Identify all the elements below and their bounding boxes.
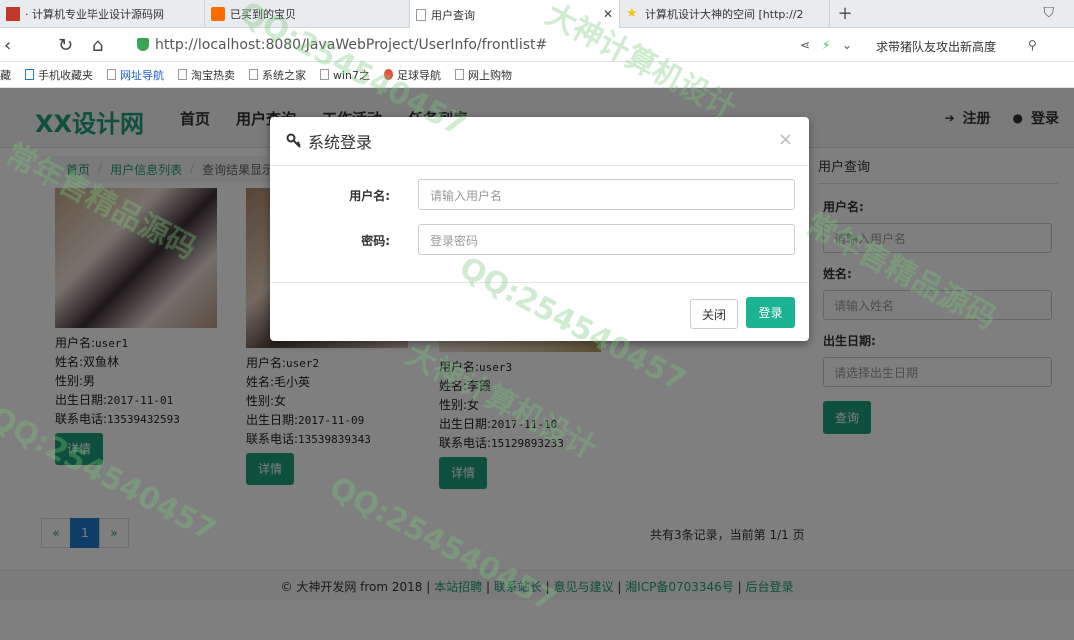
search-icon[interactable]: ⚲ xyxy=(1028,38,1037,52)
taobao-favicon-icon xyxy=(211,7,225,21)
browser-tabbar: · 计算机专业毕业设计源码网 已买到的宝贝 用户查询 ✕ ★ 计算机设计大神的空… xyxy=(0,0,1074,29)
phone-icon xyxy=(25,69,34,80)
login-button[interactable]: 登录 xyxy=(746,297,795,328)
search-hint[interactable]: 求带猪队友攻出新高度 xyxy=(876,38,996,55)
page-icon xyxy=(178,69,187,80)
login-modal: 系统登录 × 用户名: 请输入用户名 密码: 登录密码 关闭 登录 xyxy=(270,117,809,341)
bookmark-item[interactable]: 足球导航 xyxy=(384,67,441,83)
bookmark-item[interactable]: 藏 xyxy=(0,67,11,83)
bookmarks-bar: 藏 手机收藏夹 网址导航 淘宝热卖 系统之家 win7之 足球导航 网上购物 xyxy=(0,62,1074,88)
browser-tab-3[interactable]: 用户查询 ✕ xyxy=(410,0,620,29)
username-row: 用户名: 请输入用户名 xyxy=(270,179,809,211)
reload-icon[interactable]: ↻ xyxy=(58,35,73,56)
browser-tab-label: 用户查询 xyxy=(431,8,475,22)
site-favicon-icon xyxy=(6,7,20,21)
browser-tab-label: 计算机设计大神的空间 [http://2 xyxy=(645,8,804,21)
page-icon xyxy=(455,69,465,80)
tab-close-icon[interactable]: ✕ xyxy=(603,7,613,21)
new-tab-button[interactable]: + xyxy=(830,0,860,27)
browser-tab-label: · 计算机专业毕业设计源码网 xyxy=(25,8,164,21)
star-icon: ★ xyxy=(626,6,638,21)
address-bar: ‹ ↻ ⌂ http://localhost:8080/JavaWebProje… xyxy=(0,28,1074,62)
page-icon xyxy=(416,8,426,21)
username-input[interactable]: 请输入用户名 xyxy=(418,179,795,210)
bookmark-item[interactable]: 系统之家 xyxy=(249,67,306,83)
back-icon[interactable]: ‹ xyxy=(4,35,11,56)
shield-icon xyxy=(137,38,149,51)
football-icon xyxy=(384,69,394,80)
browser-tab-2[interactable]: 已买到的宝贝 xyxy=(205,0,410,28)
modal-title: 系统登录 xyxy=(308,133,373,152)
shirt-icon[interactable]: ⛉ xyxy=(1044,5,1055,21)
share-icon[interactable]: ⋖ xyxy=(800,38,810,52)
bookmark-item[interactable]: 淘宝热卖 xyxy=(178,67,235,83)
password-label: 密码: xyxy=(361,234,390,248)
page-icon xyxy=(107,69,116,80)
username-label: 用户名: xyxy=(349,189,390,203)
lightning-icon[interactable]: ⚡ xyxy=(822,38,830,52)
bookmark-item[interactable]: 手机收藏夹 xyxy=(25,67,93,83)
url-text[interactable]: http://localhost:8080/JavaWebProject/Use… xyxy=(155,37,547,53)
password-input[interactable]: 登录密码 xyxy=(418,224,795,255)
page-icon xyxy=(320,69,329,80)
home-icon[interactable]: ⌂ xyxy=(92,35,103,56)
modal-header: 系统登录 × xyxy=(270,117,809,166)
modal-footer: 关闭 登录 xyxy=(270,282,809,341)
password-row: 密码: 登录密码 xyxy=(270,224,809,256)
browser-tab-1[interactable]: · 计算机专业毕业设计源码网 xyxy=(0,0,205,28)
chevron-down-icon[interactable]: ⌄ xyxy=(842,38,852,52)
key-icon xyxy=(286,133,301,148)
bookmark-item[interactable]: 网址导航 xyxy=(107,67,164,83)
page-icon xyxy=(249,69,258,80)
browser-tab-4[interactable]: ★ 计算机设计大神的空间 [http://2 xyxy=(620,0,830,28)
close-button[interactable]: 关闭 xyxy=(690,299,738,329)
bookmark-item[interactable]: win7之 xyxy=(320,67,370,83)
browser-tab-label: 已买到的宝贝 xyxy=(230,8,296,21)
screen: · 计算机专业毕业设计源码网 已买到的宝贝 用户查询 ✕ ★ 计算机设计大神的空… xyxy=(0,0,1074,640)
bookmark-item[interactable]: 网上购物 xyxy=(455,67,512,83)
close-icon[interactable]: × xyxy=(778,129,793,150)
